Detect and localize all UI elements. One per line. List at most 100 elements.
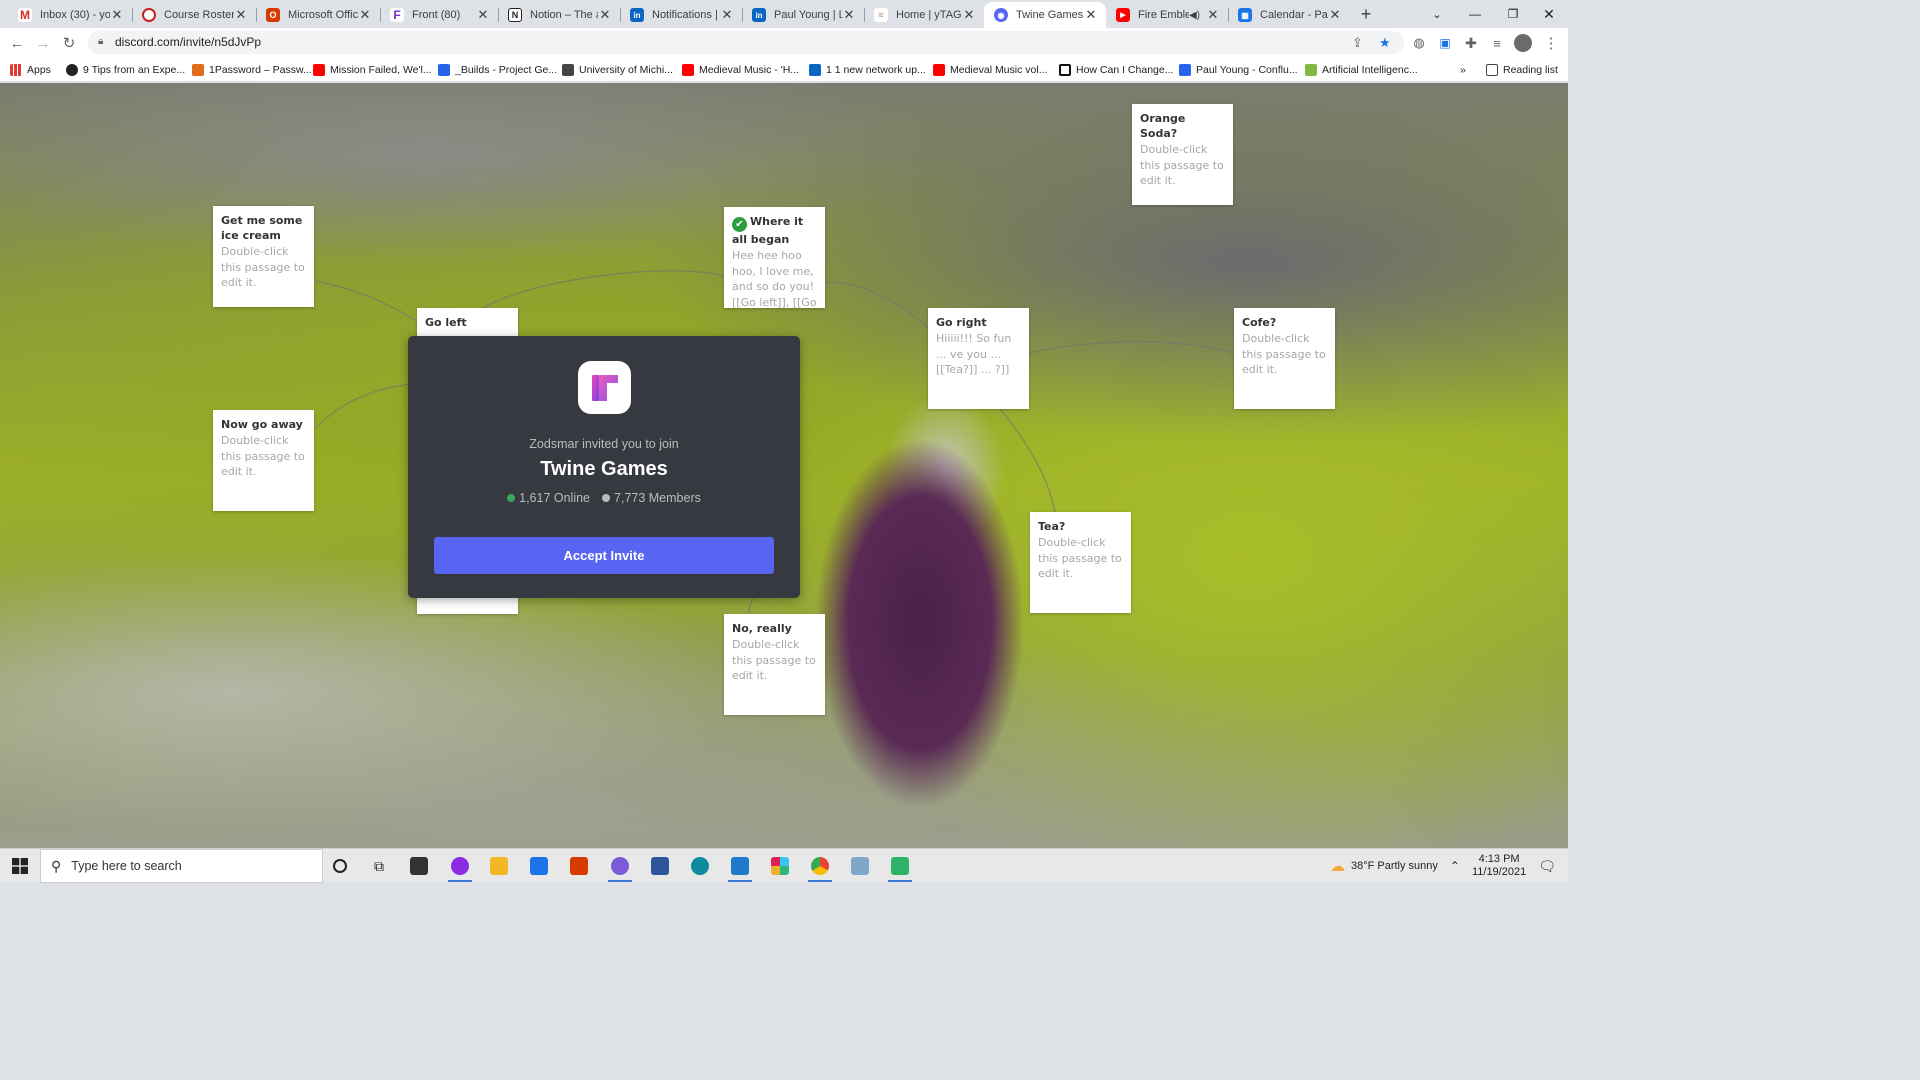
tab-6[interactable]: in Paul Young | Lin ✕ [742, 2, 864, 28]
bookmark-0[interactable]: 9 Tips from an Expe... [66, 62, 185, 78]
bookmark-star-icon[interactable]: ★ [1379, 35, 1391, 51]
bookmark-apps[interactable]: Apps [10, 62, 51, 78]
twine-icon[interactable] [880, 849, 920, 883]
bookmarks-overflow-icon[interactable]: » [1460, 62, 1466, 78]
lock-icon[interactable]: 🔒︎ [98, 36, 103, 47]
tab-9[interactable]: ▶ Fire Emblen ◀) ✕ [1106, 2, 1228, 28]
bookmark-9[interactable]: Paul Young - Conflu... [1179, 62, 1298, 78]
accept-invite-button[interactable]: Accept Invite [434, 537, 774, 574]
screencast-extension-icon[interactable]: ▣ [1434, 32, 1456, 54]
tab-1[interactable]: Course Roster: I ✕ [132, 2, 256, 28]
close-icon[interactable]: ✕ [358, 7, 372, 23]
bookmark-8[interactable]: How Can I Change... [1059, 62, 1173, 78]
task-view-icon[interactable]: ⧉ [359, 849, 399, 883]
profile-avatar[interactable] [1512, 32, 1534, 54]
tab-4[interactable]: N Notion – The all ✕ [498, 2, 620, 28]
bookmark-2[interactable]: Mission Failed, We'l... [313, 62, 432, 78]
podcast-icon[interactable] [440, 849, 480, 883]
chevron-up-icon[interactable]: ⌃ [1450, 859, 1460, 873]
minimize-button[interactable]: — [1456, 0, 1494, 28]
word-icon[interactable] [640, 849, 680, 883]
tab-0[interactable]: M Inbox (30) - you ✕ [8, 2, 132, 28]
reload-icon[interactable]: ↻ [58, 32, 80, 54]
close-icon[interactable]: ✕ [1084, 7, 1098, 23]
tab-8-active[interactable]: ◉ Twine Games ✕ [984, 2, 1106, 28]
menu-icon[interactable]: ⋮ [1540, 32, 1562, 54]
close-icon[interactable]: ✕ [234, 7, 248, 23]
passage-card[interactable]: No, really Double-click this passage to … [724, 614, 825, 715]
notifications-icon[interactable]: 🗨︎ [1538, 858, 1556, 875]
window-close-button[interactable]: ✕ [1530, 0, 1568, 28]
notes-icon[interactable] [840, 849, 880, 883]
cortana-icon[interactable] [320, 849, 360, 883]
office-icon[interactable] [559, 849, 599, 883]
tab-7[interactable]: ≈ Home | yTAG Ga ✕ [864, 2, 984, 28]
close-icon[interactable]: ✕ [1206, 7, 1220, 23]
file-explorer-icon[interactable] [479, 849, 519, 883]
tab-search-icon[interactable]: ⌄ [1418, 0, 1456, 28]
share-icon[interactable]: ⇪ [1352, 35, 1363, 51]
close-icon[interactable]: ✕ [962, 7, 976, 23]
speaker-icon[interactable]: ◀) [1189, 10, 1200, 21]
close-icon[interactable]: ✕ [1328, 7, 1342, 23]
tab-5[interactable]: in Notifications | L ✕ [620, 2, 742, 28]
passage-title: Orange Soda? [1140, 112, 1186, 140]
notion-icon: N [508, 8, 522, 22]
forward-arrow-icon[interactable]: → [32, 32, 54, 54]
close-icon[interactable]: ✕ [842, 7, 856, 23]
passage-card[interactable]: Orange Soda? Double-click this passage t… [1132, 104, 1233, 205]
edge-icon[interactable] [680, 849, 720, 883]
bookmark-4[interactable]: University of Michi... [562, 62, 673, 78]
server-name: Twine Games [540, 458, 668, 480]
url-text[interactable]: discord.com/invite/n5dJvPp [115, 35, 261, 49]
passage-card[interactable]: Go right Hiiiii!!! So fun ... ve you ...… [928, 308, 1029, 409]
reading-list[interactable]: Reading list [1486, 62, 1558, 78]
extensions-puzzle-icon[interactable]: ✚ [1460, 32, 1482, 54]
store-icon[interactable] [399, 849, 439, 883]
extension-icon[interactable]: ◍ [1408, 32, 1430, 54]
browser-toolbar: ← → ↻ 🔒︎ discord.com/invite/n5dJvPp ⇪ ★ … [0, 28, 1568, 57]
passage-card[interactable]: Cofe? Double-click this passage to edit … [1234, 308, 1335, 409]
vscode-icon[interactable] [720, 849, 760, 883]
bookmark-1[interactable]: 1Password – Passw... [192, 62, 312, 78]
front-icon: F [390, 8, 404, 22]
passage-card[interactable]: Get me some ice cream Double-click this … [213, 206, 314, 307]
passage-card[interactable]: Now go away Double-click this passage to… [213, 410, 314, 511]
online-dot-icon [507, 494, 516, 502]
address-bar[interactable]: 🔒︎ discord.com/invite/n5dJvPp ⇪ ★ [88, 31, 1404, 54]
mail-icon[interactable] [519, 849, 559, 883]
taskbar-search-input[interactable]: ⚲ Type here to search [40, 849, 323, 883]
back-arrow-icon[interactable]: ← [6, 32, 28, 54]
weather-text[interactable]: 38°F Partly sunny [1351, 860, 1438, 872]
slack-icon[interactable] [760, 849, 800, 883]
twine-server-icon [578, 361, 631, 414]
member-count: 7,773 Members [614, 491, 701, 505]
clock-time: 4:13 PM [1478, 853, 1520, 865]
weather-sun-icon[interactable]: ☁ [1330, 857, 1345, 875]
media-control-icon[interactable]: ≡ [1486, 32, 1508, 54]
passage-card[interactable]: Tea? Double-click this passage to edit i… [1030, 512, 1131, 613]
bookmark-3[interactable]: _Builds - Project Ge... [438, 62, 557, 78]
close-icon[interactable]: ✕ [598, 7, 612, 23]
passage-body: Double-click this passage to edit it. [1242, 332, 1326, 376]
bookmark-5[interactable]: Medieval Music - 'H... [682, 62, 799, 78]
close-icon[interactable]: ✕ [110, 7, 124, 23]
discord-icon[interactable] [600, 849, 640, 883]
clock[interactable]: 4:13 PM 11/19/2021 [1472, 853, 1526, 879]
maximize-button[interactable]: ❐ [1494, 0, 1532, 28]
university-icon [562, 64, 574, 76]
tab-10[interactable]: ▦ Calendar - Paul ✕ [1228, 2, 1350, 28]
close-icon[interactable]: ✕ [720, 7, 734, 23]
windows-start-button[interactable] [0, 849, 40, 883]
bookmark-7[interactable]: Medieval Music vol... [933, 62, 1047, 78]
bookmark-label: Mission Failed, We'l... [330, 64, 432, 76]
tab-3[interactable]: F Front (80) ✕ [380, 2, 498, 28]
passage-card-start[interactable]: ✔ Where it all began Hee hee hoo hoo, I l… [724, 207, 825, 308]
close-icon[interactable]: ✕ [476, 7, 490, 23]
chrome-icon[interactable] [800, 849, 840, 883]
bookmark-10[interactable]: Artificial Intelligenc... [1305, 62, 1418, 78]
new-tab-button[interactable]: + [1355, 3, 1377, 25]
bookmark-6[interactable]: 1 1 new network up... [809, 62, 926, 78]
tab-title: Calendar - Paul [1260, 9, 1328, 21]
tab-2[interactable]: O Microsoft Office ✕ [256, 2, 380, 28]
